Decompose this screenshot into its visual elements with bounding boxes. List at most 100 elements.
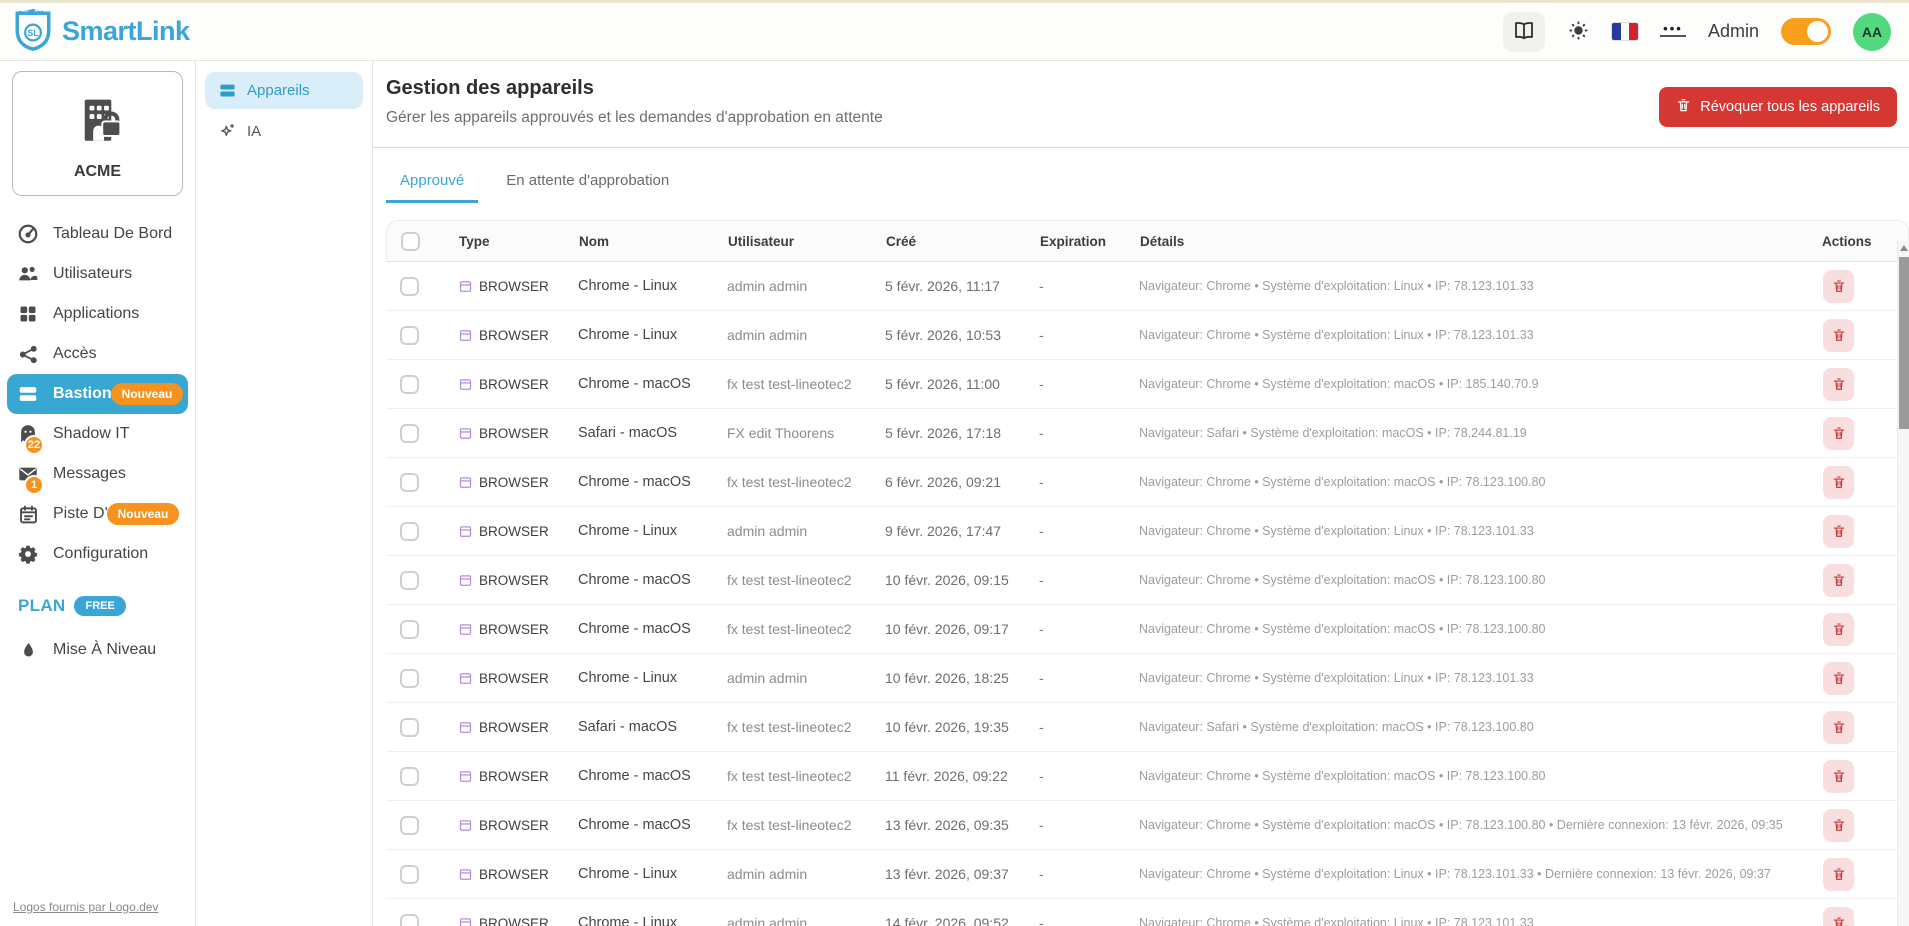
language-button[interactable] bbox=[1612, 23, 1638, 40]
theme-toggle-button[interactable] bbox=[1567, 19, 1590, 45]
users-icon bbox=[16, 263, 40, 285]
sidebar-item-users[interactable]: Utilisateurs bbox=[0, 254, 195, 294]
row-checkbox[interactable] bbox=[400, 571, 419, 590]
device-user: admin admin bbox=[727, 670, 885, 686]
device-expiration: - bbox=[1039, 866, 1139, 882]
device-expiration: - bbox=[1039, 817, 1139, 833]
device-details: Navigateur: Safari • Système d'exploitat… bbox=[1139, 426, 1809, 440]
plan-row: PLAN FREE bbox=[18, 596, 195, 616]
delete-device-button[interactable] bbox=[1823, 809, 1854, 842]
delete-device-button[interactable] bbox=[1823, 662, 1854, 695]
devices-table: Type Nom Utilisateur Créé Expiration Dét… bbox=[386, 220, 1909, 926]
device-details: Navigateur: Chrome • Système d'exploitat… bbox=[1139, 279, 1809, 293]
delete-device-button[interactable] bbox=[1823, 564, 1854, 597]
device-name: Chrome - Linux bbox=[578, 915, 727, 926]
row-checkbox[interactable] bbox=[400, 620, 419, 639]
admin-role-label: Admin bbox=[1708, 21, 1759, 42]
org-card[interactable]: ACME bbox=[12, 71, 183, 196]
plan-label: PLAN bbox=[18, 596, 65, 616]
row-checkbox[interactable] bbox=[400, 424, 419, 443]
sidebar-item-applications[interactable]: Applications bbox=[0, 294, 195, 334]
shadow-it-count-badge: 22 bbox=[24, 435, 44, 455]
tab-approved[interactable]: Approuvé bbox=[386, 161, 478, 203]
delete-device-button[interactable] bbox=[1823, 613, 1854, 646]
sidebar-item-dashboard[interactable]: Tableau De Bord bbox=[0, 214, 195, 254]
row-checkbox[interactable] bbox=[400, 767, 419, 786]
revoke-all-devices-button[interactable]: Révoquer tous les appareils bbox=[1659, 87, 1897, 127]
device-user: admin admin bbox=[727, 866, 885, 882]
device-created: 9 févr. 2026, 17:47 bbox=[885, 523, 1039, 539]
device-created: 5 févr. 2026, 10:53 bbox=[885, 327, 1039, 343]
delete-device-button[interactable] bbox=[1823, 711, 1854, 744]
row-checkbox[interactable] bbox=[400, 816, 419, 835]
select-all-checkbox[interactable] bbox=[401, 232, 420, 251]
ellipsis-icon: ••• bbox=[1663, 26, 1683, 32]
header-actions: ••• Admin AA bbox=[1503, 12, 1891, 52]
docs-button[interactable] bbox=[1503, 12, 1545, 52]
browser-type-icon bbox=[458, 475, 473, 490]
brand[interactable]: SL SmartLink bbox=[12, 6, 190, 57]
device-user: fx test test-lineotec2 bbox=[727, 376, 885, 392]
messages-count-badge: 1 bbox=[24, 475, 44, 495]
trash-icon bbox=[1832, 572, 1846, 588]
sidebar-item-shadow-it[interactable]: 22 Shadow IT bbox=[0, 414, 195, 454]
browser-type-icon bbox=[458, 818, 473, 833]
table-body: BROWSER Chrome - Linux admin admin 5 fév… bbox=[386, 262, 1909, 926]
device-type: BROWSER bbox=[479, 818, 549, 833]
row-checkbox[interactable] bbox=[400, 522, 419, 541]
device-type: BROWSER bbox=[479, 671, 549, 686]
brand-name: SmartLink bbox=[62, 16, 190, 47]
row-checkbox[interactable] bbox=[400, 669, 419, 688]
row-checkbox[interactable] bbox=[400, 473, 419, 492]
delete-device-button[interactable] bbox=[1823, 858, 1854, 891]
browser-type-icon bbox=[458, 720, 473, 735]
server-icon bbox=[217, 81, 237, 100]
device-created: 5 févr. 2026, 17:18 bbox=[885, 425, 1039, 441]
admin-mode-toggle[interactable] bbox=[1781, 18, 1831, 45]
device-user: fx test test-lineotec2 bbox=[727, 621, 885, 637]
row-checkbox[interactable] bbox=[400, 914, 419, 926]
device-type: BROWSER bbox=[479, 475, 549, 490]
row-checkbox[interactable] bbox=[400, 375, 419, 394]
avatar[interactable]: AA bbox=[1853, 13, 1891, 51]
delete-device-button[interactable] bbox=[1823, 907, 1854, 926]
device-expiration: - bbox=[1039, 327, 1139, 343]
logos-attribution-link[interactable]: Logos fournis par Logo.dev bbox=[13, 900, 158, 914]
sidebar-item-bastion[interactable]: Bastion Nouveau bbox=[7, 374, 188, 414]
row-checkbox[interactable] bbox=[400, 865, 419, 884]
delete-device-button[interactable] bbox=[1823, 368, 1854, 401]
device-type: BROWSER bbox=[479, 867, 549, 882]
ghost-icon: 22 bbox=[16, 423, 40, 445]
device-name: Chrome - Linux bbox=[578, 866, 727, 882]
scrollbar-thumb[interactable] bbox=[1899, 257, 1909, 429]
device-details: Navigateur: Chrome • Système d'exploitat… bbox=[1139, 671, 1809, 685]
delete-device-button[interactable] bbox=[1823, 760, 1854, 793]
sidebar-item-access[interactable]: Accès bbox=[0, 334, 195, 374]
browser-type-icon bbox=[458, 328, 473, 343]
vertical-scrollbar[interactable] bbox=[1897, 241, 1909, 926]
device-name: Chrome - macOS bbox=[578, 474, 727, 490]
subnav-item-devices[interactable]: Appareils bbox=[205, 72, 363, 109]
row-checkbox[interactable] bbox=[400, 277, 419, 296]
row-checkbox[interactable] bbox=[400, 326, 419, 345]
delete-device-button[interactable] bbox=[1823, 515, 1854, 548]
delete-device-button[interactable] bbox=[1823, 466, 1854, 499]
sidebar-item-audit-trail[interactable]: Piste D' Nouveau bbox=[0, 494, 195, 534]
delete-device-button[interactable] bbox=[1823, 319, 1854, 352]
sidebar-item-configuration[interactable]: Configuration bbox=[0, 534, 195, 574]
divider bbox=[373, 147, 1909, 148]
device-details: Navigateur: Chrome • Système d'exploitat… bbox=[1139, 867, 1809, 881]
subnav-item-ai[interactable]: IA bbox=[205, 113, 363, 150]
calendar-icon bbox=[16, 504, 40, 525]
device-type: BROWSER bbox=[479, 769, 549, 784]
upgrade-button[interactable]: Mise À Niveau bbox=[0, 630, 195, 670]
more-menu-button[interactable]: ••• bbox=[1660, 26, 1686, 37]
scroll-up-arrow[interactable] bbox=[1900, 245, 1908, 251]
delete-device-button[interactable] bbox=[1823, 417, 1854, 450]
delete-device-button[interactable] bbox=[1823, 270, 1854, 303]
table-row: BROWSER Chrome - macOS fx test test-line… bbox=[386, 458, 1909, 507]
row-checkbox[interactable] bbox=[400, 718, 419, 737]
tab-pending-approval[interactable]: En attente d'approbation bbox=[492, 161, 683, 203]
sidebar-item-messages[interactable]: 1 Messages bbox=[0, 454, 195, 494]
device-created: 5 févr. 2026, 11:17 bbox=[885, 278, 1039, 294]
